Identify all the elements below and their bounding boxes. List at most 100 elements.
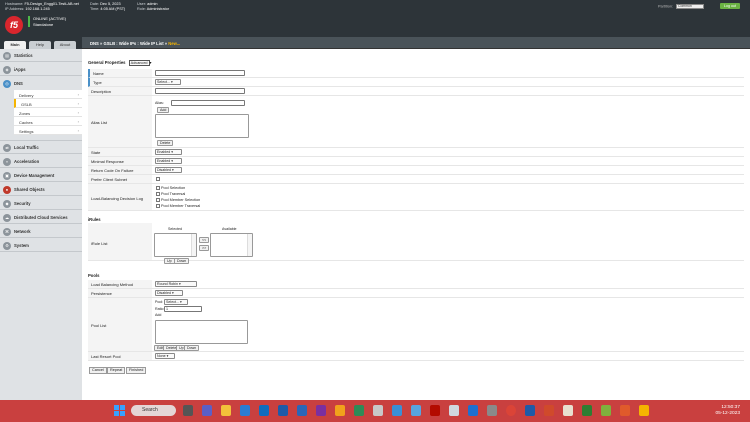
app-icon[interactable] (620, 405, 630, 416)
move-right-button[interactable]: >> (199, 245, 210, 251)
pool-add-button[interactable]: Add (155, 313, 161, 319)
sidebar-sub-caches[interactable]: Caches › (14, 117, 82, 126)
prefer-client-subnet-checkbox[interactable] (156, 177, 160, 181)
irules-title: iRules (88, 217, 101, 222)
tab-about[interactable]: About (54, 41, 76, 49)
sidebar-item-local-traffic[interactable]: ⇄ Local Traffic (0, 141, 82, 154)
sidebar-sub-delivery[interactable]: Delivery › (14, 90, 82, 99)
word-icon[interactable] (525, 405, 535, 416)
pool-list-label: Pool List (91, 323, 107, 328)
device-management-icon: ▣ (3, 171, 11, 180)
repeat-button[interactable]: Repeat (107, 367, 126, 374)
state-select[interactable]: Enabled ▾ (155, 149, 182, 155)
sidebar: ▤ Statistics ◈ iApps ◎ DNS Delivery › GSL… (0, 49, 82, 400)
pool-down-button[interactable]: Down (184, 345, 200, 351)
app-icon[interactable] (354, 405, 364, 416)
irules-down-button[interactable]: Down (174, 258, 190, 264)
sidebar-item-security[interactable]: ◆ Security (0, 197, 82, 210)
scrollbar[interactable] (191, 234, 196, 256)
taskbar-clock[interactable]: 12:50:37 05-12-2023 (712, 405, 740, 417)
alias-input[interactable] (171, 100, 245, 106)
taskbar-search[interactable]: Search (131, 405, 176, 416)
irules-available-label: Available (222, 227, 237, 231)
app-icon[interactable] (601, 405, 611, 416)
move-left-button[interactable]: << (199, 237, 210, 243)
type-select[interactable]: Select... ▾ (155, 79, 181, 85)
task-view-icon[interactable] (183, 405, 193, 416)
alias-field-label: Alias: (155, 101, 164, 105)
windows-start-icon[interactable] (114, 405, 126, 417)
chevron-right-icon: › (77, 110, 79, 115)
lb-method-select[interactable]: Round Robin ▾ (155, 281, 197, 287)
partition-select[interactable]: Common (676, 4, 705, 9)
partition-label: Partition: (658, 4, 673, 9)
tab-main[interactable]: Main (4, 41, 26, 49)
logout-button[interactable]: Log out (720, 3, 740, 9)
sidebar-sub-settings[interactable]: Settings › (14, 126, 82, 135)
mail-icon[interactable] (392, 405, 402, 416)
shared-objects-icon: ● (3, 185, 11, 194)
sidebar-item-statistics[interactable]: ▤ Statistics (0, 49, 82, 62)
app-icon[interactable] (582, 405, 592, 416)
app-icon[interactable] (411, 405, 421, 416)
finished-button[interactable]: Finished (126, 367, 147, 374)
outlook-icon[interactable] (259, 405, 269, 416)
persistence-select[interactable]: Disabled ▾ (155, 290, 183, 296)
main-panel: General Properties Advanced ▾ Name Type S… (82, 49, 750, 400)
description-input[interactable] (155, 88, 245, 94)
alias-list-box[interactable] (155, 114, 249, 138)
app-icon[interactable] (449, 405, 459, 416)
advanced-select[interactable]: Advanced (128, 60, 150, 66)
teams-icon[interactable] (202, 405, 212, 416)
alias-add-button[interactable]: Add (157, 107, 170, 113)
sidebar-item-system[interactable]: ⚙ System (0, 239, 82, 252)
sidebar-item-label: Statistics (14, 53, 33, 58)
tab-help[interactable]: Help (29, 41, 51, 49)
sidebar-item-distributed-cloud[interactable]: ☁ Distributed Cloud Services (0, 211, 82, 224)
acrobat-icon[interactable] (430, 405, 440, 416)
pool-member-traversal-checkbox[interactable] (156, 204, 160, 208)
cancel-button[interactable]: Cancel (89, 367, 107, 374)
sidebar-sub-gslb[interactable]: GSLB › (14, 99, 82, 108)
app-icon[interactable] (335, 405, 345, 416)
ratio-input[interactable]: 1 (164, 306, 202, 312)
pool-member-selection-checkbox[interactable] (156, 198, 160, 202)
app-icon[interactable] (639, 405, 649, 416)
pool-select[interactable]: Select... ▾ (164, 299, 188, 305)
app-icon[interactable] (373, 405, 383, 416)
chrome-icon[interactable] (506, 405, 516, 416)
alias-delete-button[interactable]: Delete (157, 140, 174, 146)
word-icon[interactable] (278, 405, 288, 416)
breadcrumb-path[interactable]: DNS » GSLB : Wide IPs : Wide IP List » (90, 41, 167, 46)
chevron-right-icon: › (77, 128, 79, 133)
app-icon[interactable] (468, 405, 478, 416)
sidebar-sub-zones[interactable]: Zones › (14, 108, 82, 117)
pool-selection-checkbox[interactable] (156, 186, 160, 190)
minimal-response-row: Minimal Response (88, 157, 744, 166)
persistence-label: Persistence (91, 291, 112, 296)
file-explorer-icon[interactable] (221, 405, 231, 416)
sidebar-item-device-management[interactable]: ▣ Device Management (0, 169, 82, 182)
sidebar-item-label: Acceleration (14, 159, 40, 164)
sidebar-item-iapps[interactable]: ◈ iApps (0, 63, 82, 76)
sidebar-item-shared-objects[interactable]: ● Shared Objects (0, 183, 82, 196)
app-icon[interactable] (240, 405, 250, 416)
app-icon[interactable] (563, 405, 573, 416)
sidebar-item-acceleration[interactable]: » Acceleration (0, 155, 82, 168)
return-code-select[interactable]: Disabled ▾ (155, 167, 182, 173)
pool-traversal-checkbox[interactable] (156, 192, 160, 196)
pool-list-box[interactable] (155, 320, 248, 344)
scrollbar[interactable] (247, 234, 252, 256)
sidebar-item-network[interactable]: ⌘ Network (0, 225, 82, 238)
name-input[interactable] (155, 70, 245, 76)
powerpoint-icon[interactable] (544, 405, 554, 416)
dns-icon: ◎ (3, 79, 11, 88)
last-resort-select[interactable]: None ▾ (155, 353, 175, 359)
settings-icon[interactable] (487, 405, 497, 416)
app-icon[interactable] (297, 405, 307, 416)
time-label: Time: 4:05 AM (PST) (90, 6, 126, 11)
onenote-icon[interactable] (316, 405, 326, 416)
minimal-response-select[interactable]: Enabled ▾ (155, 158, 182, 164)
sidebar-item-label: iApps (14, 67, 26, 72)
lb-method-label: Load Balancing Method (91, 282, 134, 287)
